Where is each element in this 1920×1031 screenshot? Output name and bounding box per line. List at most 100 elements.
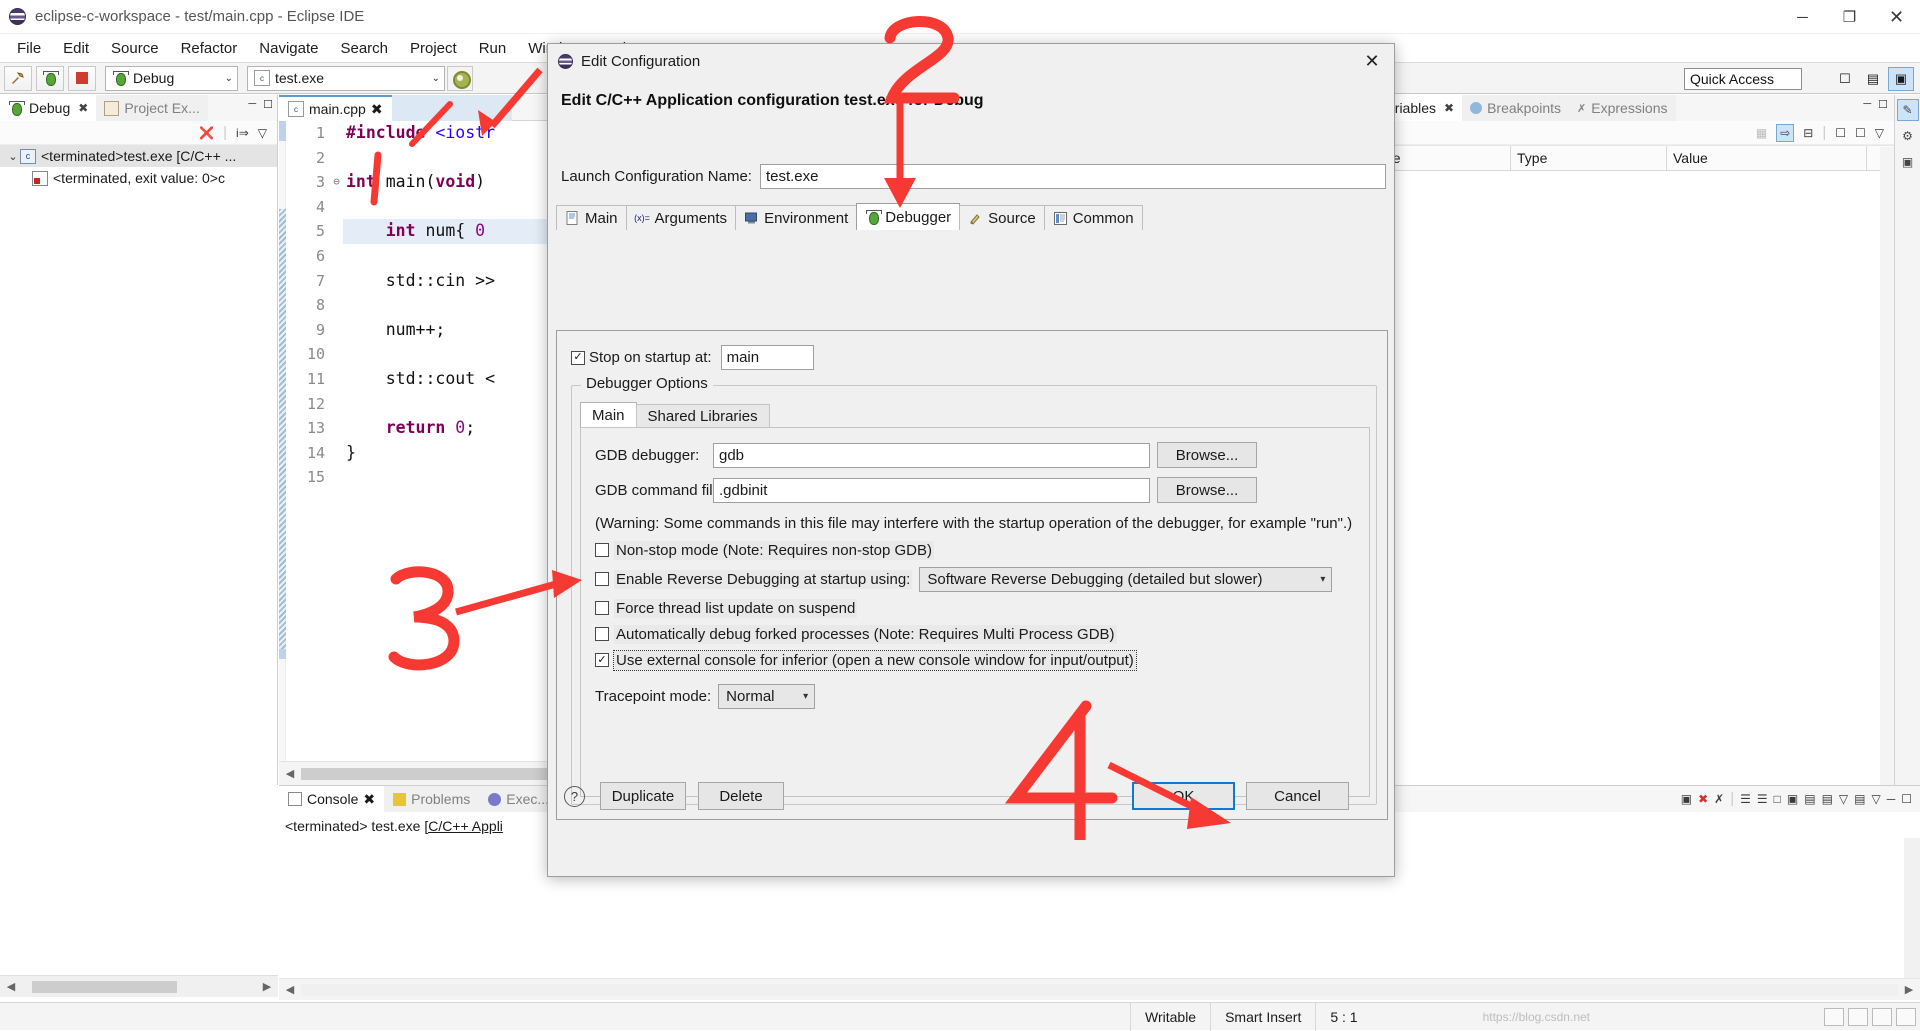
reverse-debugging-checkbox[interactable] <box>595 572 609 587</box>
tab-arguments[interactable]: (x)= Arguments <box>625 205 737 230</box>
minimize-view-icon[interactable]: ─ <box>248 98 256 111</box>
gdb-command-file-browse-button[interactable]: Browse... <box>1157 477 1257 503</box>
scroll-right-arrow-icon[interactable]: ▶ <box>1898 983 1920 996</box>
debug-tree-row-thread[interactable]: <terminated, exit value: 0>c <box>0 167 277 189</box>
menu-item-refactor[interactable]: Refactor <box>170 37 249 60</box>
stop-icon[interactable] <box>68 65 96 91</box>
new-console-icon[interactable]: ▤ <box>1854 792 1865 806</box>
edit-expression-icon[interactable]: ☐ <box>1855 126 1866 140</box>
scroll-left-arrow-icon[interactable]: ◀ <box>0 980 22 993</box>
tab-expressions[interactable]: ✗ Expressions <box>1569 95 1676 121</box>
tab-project-explorer[interactable]: Project Ex... <box>96 95 208 121</box>
close-icon[interactable]: ✖ <box>363 791 375 808</box>
word-wrap-icon[interactable]: ☰ <box>1757 792 1768 806</box>
view-menu-chevron-down-icon[interactable]: ▽ <box>258 126 267 140</box>
menu-item-run[interactable]: Run <box>468 37 518 60</box>
help-icon[interactable]: ? <box>564 785 585 807</box>
menu-item-navigate[interactable]: Navigate <box>248 37 329 60</box>
maximize-view-icon[interactable]: ☐ <box>263 98 273 111</box>
close-icon[interactable]: ✖ <box>78 101 88 115</box>
remove-all-terminated-icon[interactable]: ❌ <box>199 126 214 140</box>
tab-problems[interactable]: Problems <box>384 786 480 812</box>
display-selected-console-icon[interactable]: ▤ <box>1804 792 1815 806</box>
dialog-close-button[interactable]: ✕ <box>1350 44 1394 78</box>
clear-console-icon[interactable]: ▣ <box>1681 792 1692 806</box>
collapse-icon[interactable]: ⊟ <box>1803 126 1813 140</box>
chevron-down-icon[interactable]: ⌄ <box>6 150 20 163</box>
tracepoint-mode-select[interactable]: Normal ▾ <box>718 683 816 709</box>
fold-toggle-icon[interactable]: ⊖ <box>330 170 343 195</box>
tab-breakpoints[interactable]: Breakpoints <box>1462 95 1570 121</box>
cancel-button[interactable]: Cancel <box>1246 782 1349 810</box>
close-icon[interactable]: ✖ <box>1444 101 1454 115</box>
scroll-right-arrow-icon[interactable]: ▶ <box>256 980 278 993</box>
gdb-debugger-input[interactable]: gdb <box>713 442 1150 468</box>
gdb-command-file-input[interactable]: .gdbinit <box>713 477 1150 503</box>
status-icon-1[interactable] <box>1824 1007 1844 1026</box>
variables-vertical-scrollbar[interactable] <box>1880 147 1894 785</box>
option-force-thread-list-update[interactable]: Force thread list update on suspend <box>595 598 1369 618</box>
status-icon-4[interactable] <box>1896 1007 1916 1026</box>
tab-common[interactable]: Common <box>1043 205 1143 230</box>
minimize-button[interactable]: ─ <box>1779 0 1826 34</box>
auto-debug-forked-checkbox[interactable] <box>595 627 609 642</box>
non-stop-mode-checkbox[interactable] <box>595 543 609 558</box>
debug-perspective-sidebar-icon[interactable]: ⚙ <box>1897 125 1919 147</box>
menu-item-project[interactable]: Project <box>399 37 468 60</box>
option-reverse-debugging[interactable]: Enable Reverse Debugging at startup usin… <box>595 566 1369 592</box>
scroll-left-arrow-icon[interactable]: ◀ <box>279 767 301 780</box>
launch-configuration-name-input[interactable]: test.exe <box>759 163 1386 189</box>
scroll-thumb[interactable] <box>32 980 177 993</box>
inner-tab-shared-libraries[interactable]: Shared Libraries <box>635 404 770 427</box>
duplicate-button[interactable]: Duplicate <box>600 782 686 810</box>
use-external-console-checkbox[interactable] <box>595 653 609 668</box>
stop-on-startup-input[interactable]: main <box>720 345 814 370</box>
maximize-button[interactable]: ❐ <box>1826 0 1873 34</box>
menu-item-edit[interactable]: Edit <box>52 37 100 60</box>
option-use-external-console[interactable]: Use external console for inferior (open … <box>595 649 1369 671</box>
gdb-debugger-browse-button[interactable]: Browse... <box>1157 442 1257 468</box>
minimize-view-icon[interactable]: ─ <box>1863 98 1871 111</box>
quick-access-input[interactable]: Quick Access <box>1684 68 1802 90</box>
debug-perspective-icon[interactable]: ▤ <box>1860 67 1886 91</box>
ok-button[interactable]: OK <box>1132 782 1235 810</box>
stop-on-startup-checkbox[interactable] <box>571 350 585 365</box>
view-menu-chevron-down-icon[interactable]: ▽ <box>1875 126 1884 140</box>
option-non-stop-mode[interactable]: Non-stop mode (Note: Requires non-stop G… <box>595 540 1369 560</box>
launch-config-combo[interactable]: c test.exe ⌄ <box>247 65 445 91</box>
debug-view-horizontal-scrollbar[interactable]: ◀ ▶ <box>0 975 278 997</box>
column-header-value[interactable]: Value <box>1667 146 1867 170</box>
status-icon-2[interactable] <box>1848 1007 1868 1026</box>
minimize-view-icon[interactable]: ─ <box>1887 792 1896 806</box>
launch-config-settings-gear-icon[interactable] <box>447 65 473 91</box>
delete-button[interactable]: Delete <box>698 782 784 810</box>
open-perspective-icon[interactable]: ☐ <box>1832 67 1858 91</box>
maximize-view-icon[interactable]: ☐ <box>1901 792 1912 806</box>
scroll-lock-icon[interactable]: ☰ <box>1740 792 1751 806</box>
collapse-all-icon[interactable]: ▦ <box>1756 126 1767 140</box>
console-horizontal-scrollbar[interactable]: ◀ ▶ <box>279 978 1920 1000</box>
console-vertical-scrollbar[interactable] <box>1904 838 1920 978</box>
tab-console[interactable]: Console ✖ <box>279 786 385 812</box>
inner-tab-main[interactable]: Main <box>580 402 637 427</box>
reverse-debugging-mode-select[interactable]: Software Reverse Debugging (detailed but… <box>919 566 1333 592</box>
perspective-combo[interactable]: Debug ⌄ <box>105 65 238 91</box>
tab-main[interactable]: Main <box>556 205 627 230</box>
option-auto-debug-forked[interactable]: Automatically debug forked processes (No… <box>595 624 1369 644</box>
show-console-icon[interactable]: ▣ <box>1787 792 1798 806</box>
show-type-names-icon[interactable]: ⇨ <box>1776 123 1795 142</box>
step-into-icon[interactable]: i⇒ <box>236 126 249 140</box>
tab-main-cpp[interactable]: c main.cpp ✖ <box>279 95 392 121</box>
open-console-icon[interactable]: ▤ <box>1822 792 1833 806</box>
code-folding-column[interactable]: ⊖ <box>330 121 343 761</box>
scroll-left-arrow-icon[interactable]: ◀ <box>279 983 301 996</box>
remove-all-terminated-icon[interactable]: ✗ <box>1714 792 1724 806</box>
console-sidebar-icon[interactable]: ▣ <box>1897 151 1919 173</box>
tab-source[interactable]: Source <box>959 205 1045 230</box>
maximize-view-icon[interactable]: ☐ <box>1878 98 1888 111</box>
new-expression-icon[interactable]: ☐ <box>1835 126 1846 140</box>
status-icon-3[interactable] <box>1872 1007 1892 1026</box>
tab-debugger[interactable]: Debugger <box>856 203 961 230</box>
debug-tree-row-process[interactable]: ⌄ c <terminated>test.exe [C/C++ ... <box>0 145 277 167</box>
menu-item-search[interactable]: Search <box>329 37 399 60</box>
